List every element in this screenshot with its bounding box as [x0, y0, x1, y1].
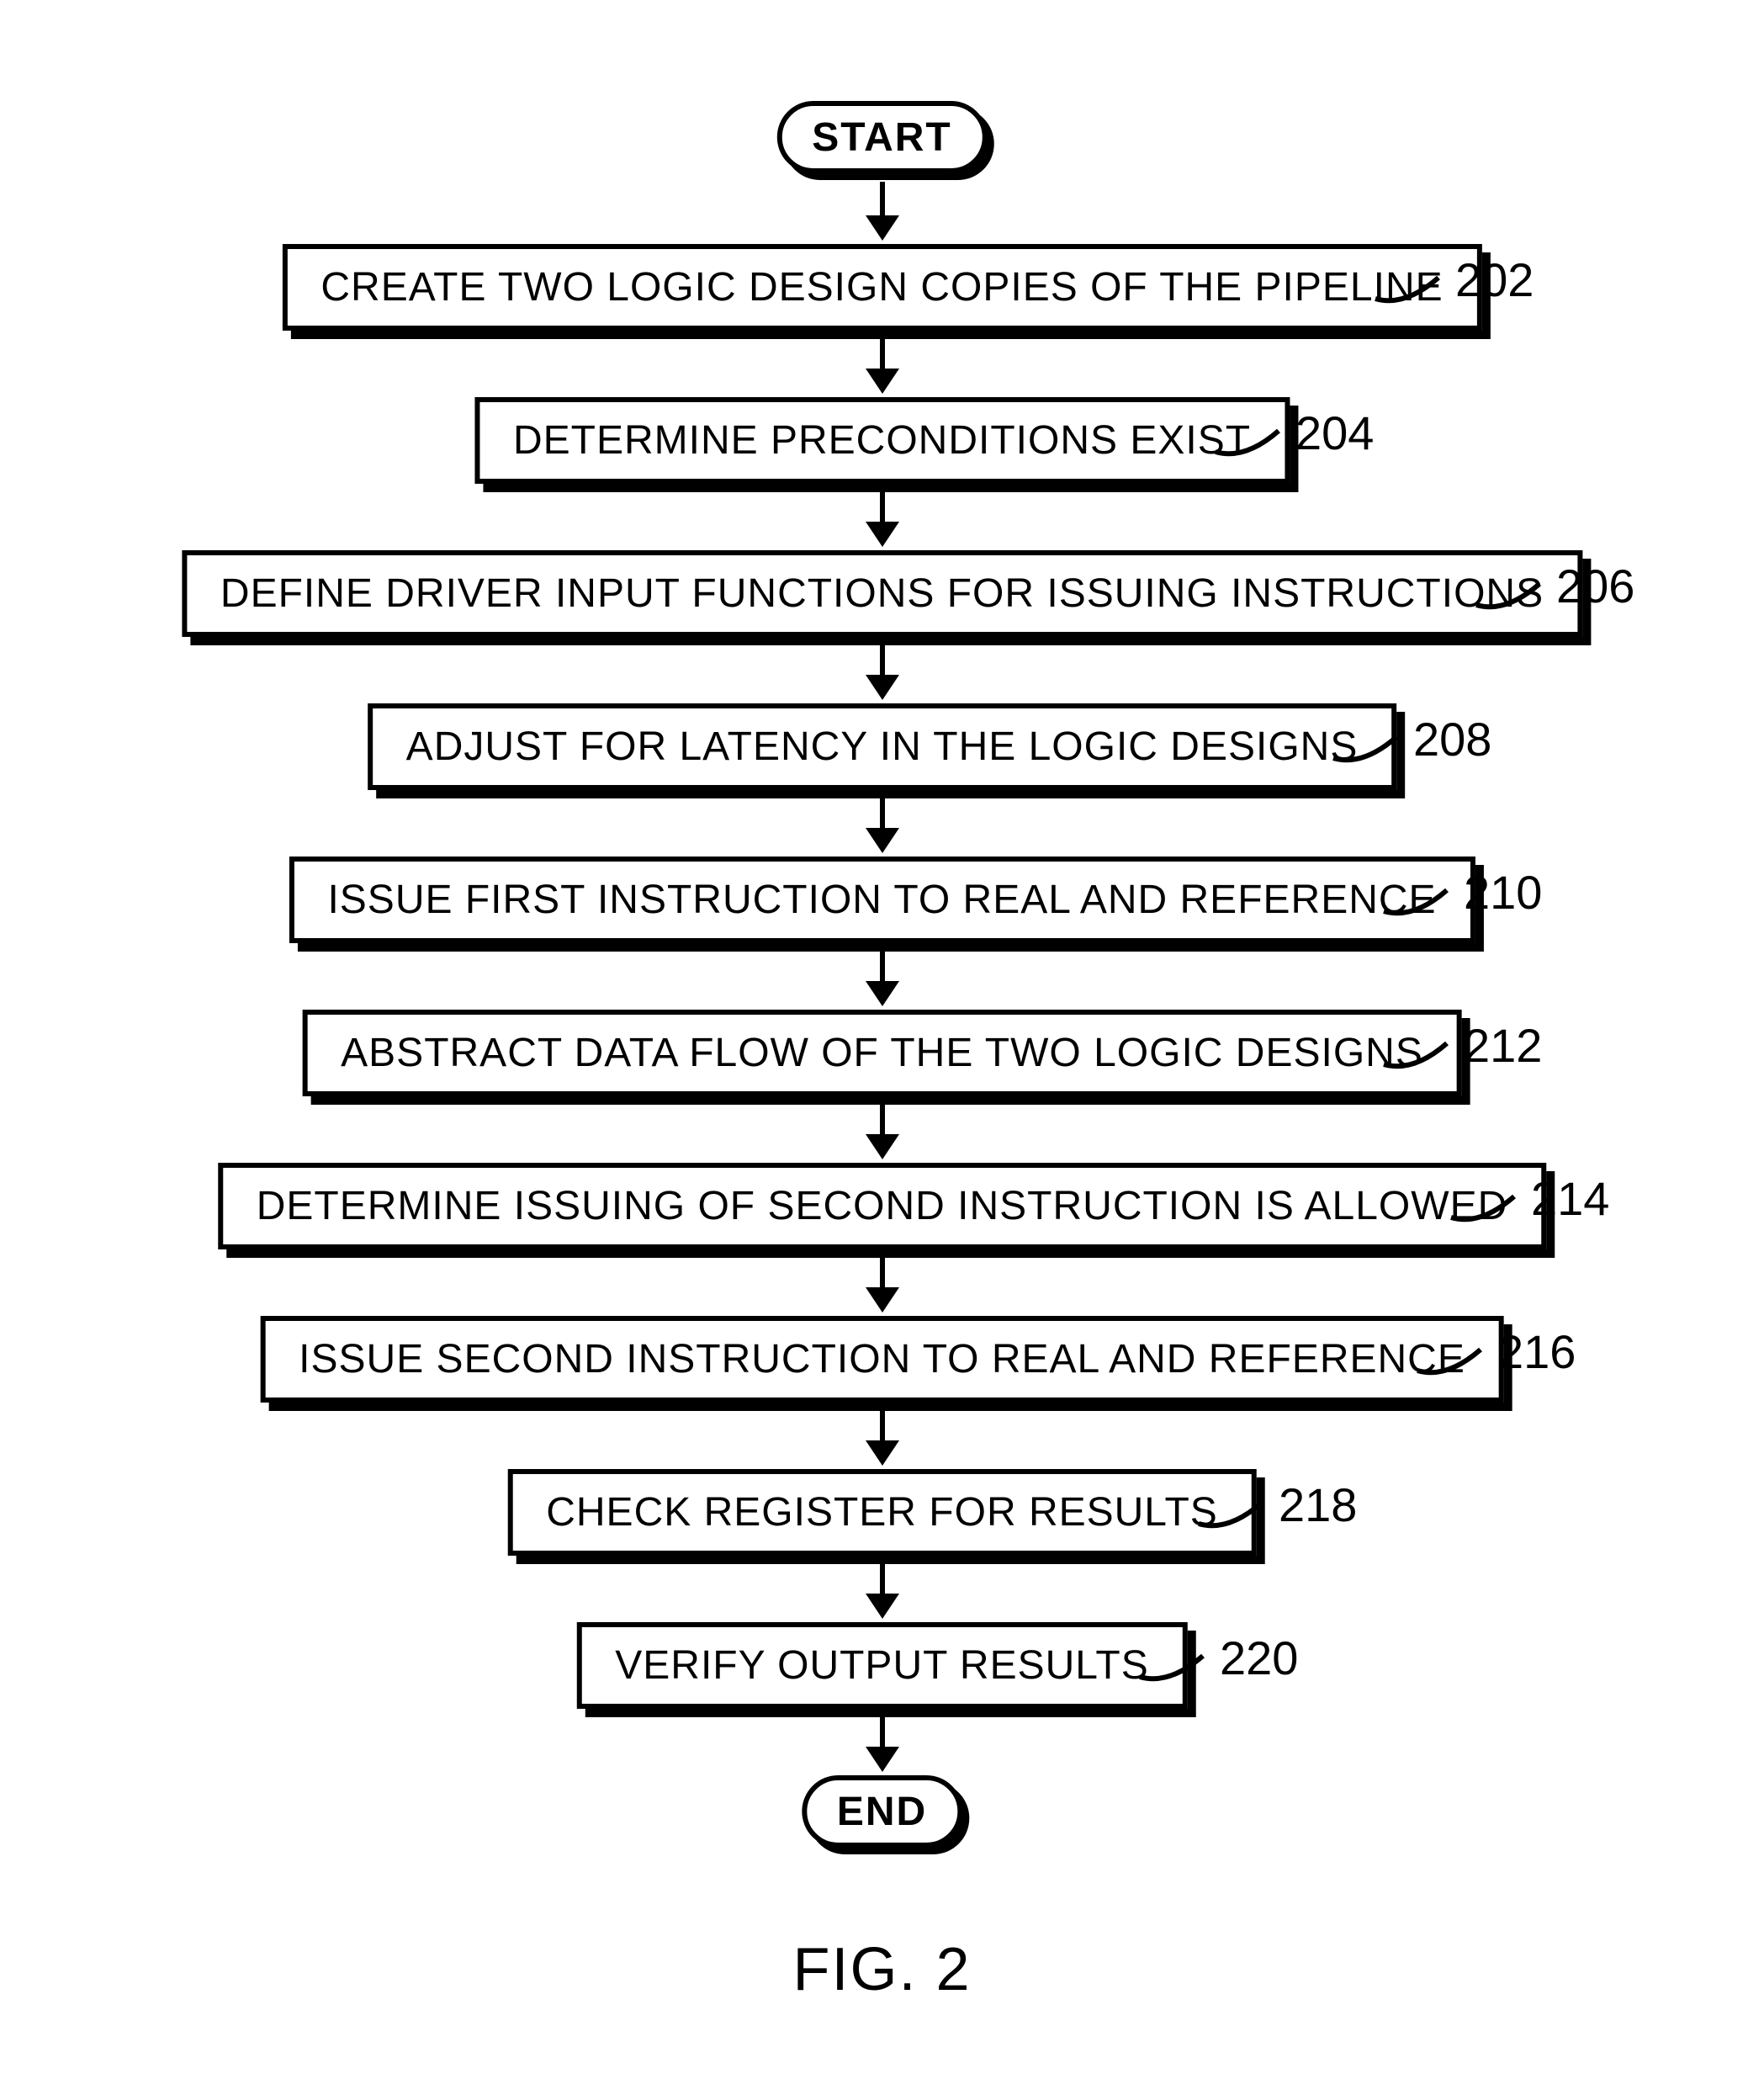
refnum-leader-6 — [1380, 1035, 1455, 1077]
process-step-9-text: CHECK REGISTER FOR RESULTS — [546, 1489, 1218, 1535]
process-step-1-text: CREATE TWO LOGIC DESIGN COPIES OF THE PI… — [320, 264, 1443, 310]
refnum-leader-2 — [1211, 422, 1287, 464]
refnum-2: 204 — [1295, 406, 1374, 460]
refnum-leader-10 — [1136, 1647, 1211, 1689]
process-step-5-text: ISSUE FIRST INSTRUCTION TO REAL AND REFE… — [327, 877, 1436, 923]
process-step-3: DEFINE DRIVER INPUT FUNCTIONS FOR ISSUIN… — [182, 550, 1582, 637]
process-step-2: DETERMINE PRECONDITIONS EXIST — [474, 397, 1290, 484]
refnum-leader-1 — [1371, 269, 1447, 311]
refnum-7: 214 — [1531, 1171, 1609, 1226]
refnum-1: 202 — [1455, 252, 1534, 307]
process-step-5: ISSUE FIRST INSTRUCTION TO REAL AND REFE… — [289, 857, 1475, 943]
process-step-8: ISSUE SECOND INSTRUCTION TO REAL AND REF… — [260, 1316, 1504, 1403]
process-step-3-text: DEFINE DRIVER INPUT FUNCTIONS FOR ISSUIN… — [220, 570, 1544, 617]
refnum-8: 216 — [1497, 1324, 1576, 1379]
process-step-9: CHECK REGISTER FOR RESULTS — [507, 1469, 1257, 1556]
refnum-leader-5 — [1380, 882, 1455, 924]
process-step-4-text: ADJUST FOR LATENCY IN THE LOGIC DESIGNS — [406, 724, 1359, 770]
end-terminator: END — [802, 1775, 962, 1848]
refnum-leader-8 — [1413, 1341, 1489, 1383]
process-step-6-text: ABSTRACT DATA FLOW OF THE TWO LOGIC DESI… — [341, 1030, 1423, 1076]
refnum-leader-3 — [1472, 575, 1548, 618]
refnum-leader-9 — [1195, 1494, 1270, 1536]
refnum-6: 212 — [1464, 1018, 1542, 1073]
process-step-1: CREATE TWO LOGIC DESIGN COPIES OF THE PI… — [282, 244, 1481, 331]
process-step-10-text: VERIFY OUTPUT RESULTS — [615, 1642, 1148, 1689]
process-step-6: ABSTRACT DATA FLOW OF THE TWO LOGIC DESI… — [302, 1010, 1462, 1096]
end-label: END — [837, 1789, 927, 1835]
figure-caption: FIG. 2 — [792, 1935, 971, 2004]
start-terminator: START — [776, 101, 987, 173]
start-label: START — [812, 114, 951, 161]
refnum-3: 206 — [1556, 559, 1634, 613]
refnum-4: 208 — [1413, 712, 1491, 766]
flowchart-canvas: START CREATE TWO LOGIC DESIGN COPIES OF … — [0, 0, 1764, 2095]
process-step-10: VERIFY OUTPUT RESULTS — [576, 1622, 1187, 1709]
refnum-10: 220 — [1220, 1631, 1298, 1685]
process-step-7: DETERMINE ISSUING OF SECOND INSTRUCTION … — [218, 1163, 1547, 1249]
refnum-5: 210 — [1464, 865, 1542, 920]
process-step-8-text: ISSUE SECOND INSTRUCTION TO REAL AND REF… — [299, 1336, 1465, 1382]
process-step-7-text: DETERMINE ISSUING OF SECOND INSTRUCTION … — [257, 1183, 1508, 1229]
process-step-4: ADJUST FOR LATENCY IN THE LOGIC DESIGNS — [368, 703, 1397, 790]
refnum-leader-7 — [1447, 1188, 1523, 1230]
process-step-2-text: DETERMINE PRECONDITIONS EXIST — [513, 417, 1251, 464]
refnum-leader-4 — [1329, 729, 1405, 771]
refnum-9: 218 — [1279, 1477, 1357, 1532]
